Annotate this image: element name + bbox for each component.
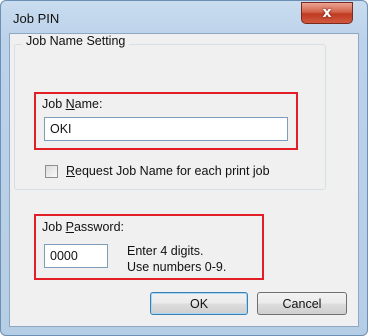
password-hint-line1: Enter 4 digits. [127,244,204,258]
password-hint-line2: Use numbers 0-9. [127,260,227,274]
close-button[interactable]: x [301,2,353,24]
request-job-name-label[interactable]: Request Job Name for each print job [66,164,270,178]
request-job-name-checkbox[interactable] [45,165,58,178]
close-icon: x [322,5,332,21]
window-title: Job PIN [13,11,60,26]
ok-button[interactable]: OK [150,292,248,315]
password-label: Job Password: [42,220,125,234]
group-title: Job Name Setting [22,34,130,48]
cancel-button[interactable]: Cancel [257,292,347,315]
job-name-input[interactable] [44,117,288,141]
job-name-label: Job Name: [42,97,103,111]
password-input[interactable] [44,244,108,268]
